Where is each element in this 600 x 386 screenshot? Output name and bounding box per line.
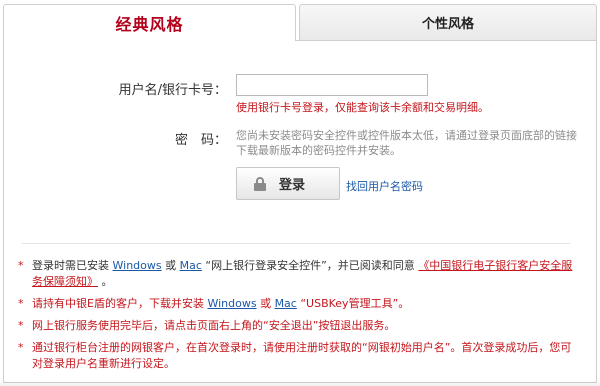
windows-usbkey-link[interactable]: Windows [207, 297, 256, 310]
lock-icon [253, 176, 267, 191]
tab-personal-label: 个性风格 [421, 17, 474, 32]
notice-text: 网上银行服务使用完毕后，请点击页面右上角的“安全退出”按钮退出服务。 [32, 319, 396, 332]
recover-username-password-link[interactable]: 找回用户名密码 [346, 178, 423, 194]
divider [22, 243, 570, 244]
notice-text: “USBKey管理工具”。 [300, 297, 410, 310]
notice-item: * 请持有中银E盾的客户，下载并安装 Windows 或 Mac “USBKey… [18, 296, 578, 312]
notice-list: * 登录时需已安装 Windows 或 Mac “网上银行登录安全控件”，并已阅… [18, 258, 578, 378]
notice-item: * 通过银行柜台注册的网银客户，在首次登录时，请使用注册时获取的“网银初始用户名… [18, 340, 578, 372]
bottom-shadow [0, 380, 600, 386]
notice-text: 通过银行柜台注册的网银客户，在首次登录时，请使用注册时获取的“网银初始用户名”。… [32, 341, 572, 370]
notice-item: * 登录时需已安装 Windows 或 Mac “网上银行登录安全控件”，并已阅… [18, 258, 578, 290]
mac-usbkey-link[interactable]: Mac [275, 297, 297, 310]
login-button[interactable]: 登录 [236, 167, 340, 200]
password-control-tip: 您尚未安装密码安全控件或控件版本太低，请通过登录页面底部的链接下载最新版本的密码… [236, 129, 577, 157]
tab-classic-label: 经典风格 [115, 15, 184, 34]
password-label: 密 码： [174, 133, 227, 148]
card-login-tip: 使用银行卡号登录，仅能查询该卡余额和交易明细。 [236, 101, 489, 114]
notice-item: * 网上银行服务使用完毕后，请点击页面右上角的“安全退出”按钮退出服务。 [18, 318, 578, 334]
notice-text: 。 [101, 275, 113, 288]
username-label: 用户名/银行卡号： [118, 83, 227, 98]
asterisk-bullet: * [18, 297, 24, 310]
asterisk-bullet: * [18, 341, 24, 354]
login-button-label: 登录 [279, 178, 306, 193]
windows-control-link[interactable]: Windows [113, 259, 162, 272]
notice-text: 请持有中银E盾的客户，下载并安装 [32, 297, 204, 310]
notice-text: “网上银行登录安全控件”，并已阅读和同意 [205, 259, 415, 272]
asterisk-bullet: * [18, 259, 24, 272]
notice-text: 登录时需已安装 [32, 259, 109, 272]
style-tabs: 经典风格 个性风格 [3, 4, 597, 41]
tab-classic-style[interactable]: 经典风格 [3, 4, 296, 41]
username-input[interactable] [236, 74, 428, 96]
asterisk-bullet: * [18, 319, 24, 332]
mac-control-link[interactable]: Mac [180, 259, 202, 272]
notice-text: 或 [165, 259, 177, 272]
notice-text: 或 [260, 297, 272, 310]
tab-personal-style[interactable]: 个性风格 [299, 4, 597, 40]
